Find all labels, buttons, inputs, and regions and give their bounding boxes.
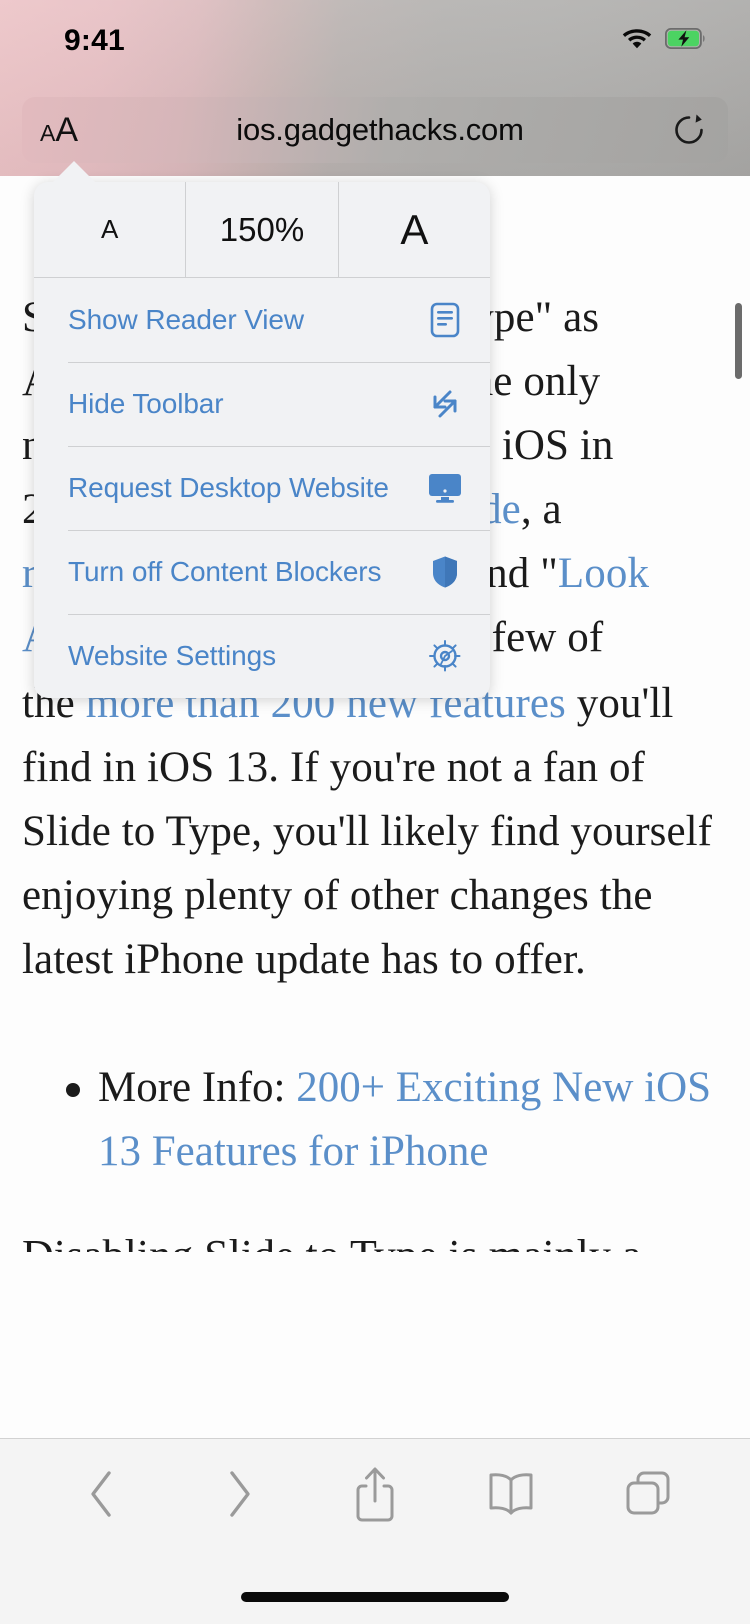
more-info-list: More Info: 200+ Exciting New iOS 13 Feat… [22,1056,728,1184]
desktop-monitor-icon [426,469,464,507]
article-paragraph-2: the more than 200 new features you'll fi… [22,672,728,992]
menu-item-label: Turn off Content Blockers [68,556,382,587]
more-info-label: More Info: [98,1064,297,1111]
chevron-left-icon [85,1468,119,1520]
menu-item-label: Website Settings [68,640,276,671]
home-indicator[interactable] [241,1592,509,1602]
share-icon [353,1465,397,1523]
increase-text-size-button[interactable]: A [337,182,490,277]
browser-bottom-toolbar [0,1438,750,1624]
p1-line4-right: , a [520,486,562,533]
status-bar-indicators [622,27,706,49]
tabs-button[interactable] [606,1452,690,1536]
menu-item-hide-toolbar[interactable]: Hide Toolbar [34,362,490,446]
safari-browser-screen: S Type" as A the only n to iOS in 2 ode,… [0,0,750,1624]
menu-item-label: Request Desktop Website [68,472,389,503]
tabs-icon [624,1470,672,1518]
zoom-level-reset-button[interactable]: 150% [185,182,337,277]
reload-icon[interactable] [672,97,706,163]
menu-item-label: Show Reader View [68,304,305,335]
battery-charging-icon [665,27,706,49]
url-text: ios.gadgethacks.com [236,112,524,147]
menu-item-label: Hide Toolbar [68,388,224,419]
shield-icon [426,553,464,591]
reader-view-icon [426,301,464,339]
menu-item-show-reader-view[interactable]: Show Reader View [34,278,490,362]
book-icon [486,1472,536,1516]
decrease-text-size-button[interactable]: A [34,182,185,277]
page-scrollbar[interactable] [735,303,742,379]
toolbar-buttons-row [0,1439,750,1549]
forward-button[interactable] [197,1452,281,1536]
hide-toolbar-arrows-icon [426,385,464,423]
popup-arrow [50,161,98,185]
address-bar[interactable]: AA ios.gadgethacks.com [22,97,728,163]
look-around-link[interactable]: Look [558,550,649,597]
next-section-heading-clipped: Disabling Slide to Type is mainly a [22,1228,728,1252]
bookmarks-button[interactable] [469,1452,553,1536]
gear-icon [426,637,464,675]
menu-item-request-desktop-website[interactable]: Request Desktop Website [34,446,490,530]
share-button[interactable] [333,1452,417,1536]
menu-item-turn-off-content-blockers[interactable]: Turn off Content Blockers [34,530,490,614]
text-size-and-site-settings-popup: A 150% A Show Reader View Hide Toolbar R… [34,182,490,698]
url-display[interactable]: ios.gadgethacks.com [22,97,728,163]
browser-top-chrome: 9:41 A A ios.gadgethacks.com [0,0,750,176]
back-button[interactable] [60,1452,144,1536]
list-item: More Info: 200+ Exciting New iOS 13 Feat… [66,1056,728,1184]
menu-item-website-settings[interactable]: Website Settings [34,614,490,698]
zoom-control-row: A 150% A [34,182,490,278]
status-bar-clock: 9:41 [64,24,125,57]
chevron-right-icon [222,1468,256,1520]
wifi-icon [622,27,652,49]
status-bar: 9:41 [0,0,750,84]
